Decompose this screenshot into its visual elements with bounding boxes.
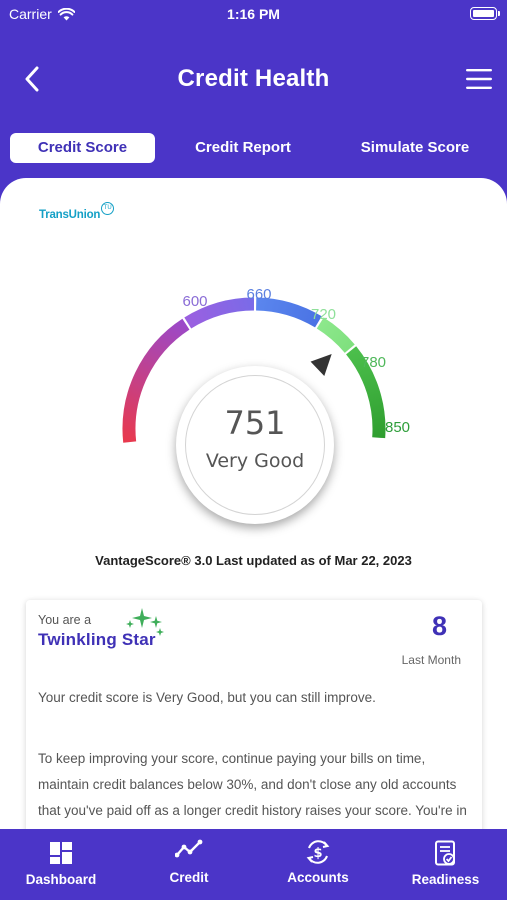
gauge-segment [316, 317, 355, 353]
score-rating: Very Good [205, 450, 305, 472]
gauge-pointer [310, 353, 332, 377]
header: Credit Health [0, 55, 507, 105]
tab-credit-score[interactable]: Credit Score [10, 133, 155, 163]
insight-card: You are a Twinkling Star 8 Last Month Yo… [26, 600, 482, 829]
main-card: TransUnion TU 600 660 720 780 850 751 Very G… [0, 178, 507, 829]
bottom-nav: Dashboard Credit $ Accounts Readiness [0, 829, 507, 900]
nav-credit[interactable]: Credit [128, 829, 250, 900]
score-value: 751 [224, 404, 286, 442]
menu-button[interactable] [463, 63, 495, 95]
nav-accounts-label: Accounts [287, 870, 349, 885]
gauge-tick-label: 600 [182, 293, 207, 310]
nav-readiness-label: Readiness [411, 872, 480, 887]
tab-credit-report[interactable]: Credit Report [168, 133, 318, 163]
gauge-tick-label: 720 [311, 306, 336, 323]
trend-line-icon [175, 839, 203, 858]
gauge-segment [255, 297, 322, 328]
vantage-score-updated: VantageScore® 3.0 Last updated as of Mar… [95, 553, 412, 568]
dollar-sync-icon: $ [306, 840, 330, 864]
gauge-tick-label: 780 [361, 354, 386, 371]
battery-icon [470, 7, 500, 20]
hamburger-menu-icon [466, 69, 492, 89]
checklist-document-icon [434, 840, 455, 866]
rank-value: 8 [431, 611, 447, 641]
nav-credit-label: Credit [169, 870, 209, 885]
gauge-tick-label: 850 [385, 419, 410, 436]
rank-label: Last Month [401, 653, 461, 667]
nav-accounts[interactable]: $ Accounts [256, 829, 380, 900]
you-are-label: You are a [38, 613, 92, 627]
gauge-tick-label: 660 [246, 286, 271, 303]
nav-dashboard[interactable]: Dashboard [0, 829, 122, 900]
status-bar: Carrier 1:16 PM [0, 0, 507, 28]
gauge-segment [122, 318, 190, 443]
insight-advice: To keep improving your score, continue p… [38, 751, 467, 818]
tab-bar: Credit Score Credit Report Simulate Scor… [0, 133, 507, 163]
tab-simulate-score[interactable]: Simulate Score [340, 133, 490, 163]
svg-text:$: $ [313, 846, 322, 861]
dashboard-grid-icon [50, 842, 72, 864]
status-time: 1:16 PM [227, 6, 280, 22]
score-circle: 751 Very Good [176, 366, 334, 524]
insight-summary: Your credit score is Very Good, but you … [38, 690, 376, 705]
nav-dashboard-label: Dashboard [25, 872, 97, 887]
nav-readiness[interactable]: Readiness [384, 829, 507, 900]
score-inner-ring: 751 Very Good [185, 375, 325, 515]
sparkle-icon [126, 608, 164, 636]
page-title: Credit Health [177, 65, 330, 92]
